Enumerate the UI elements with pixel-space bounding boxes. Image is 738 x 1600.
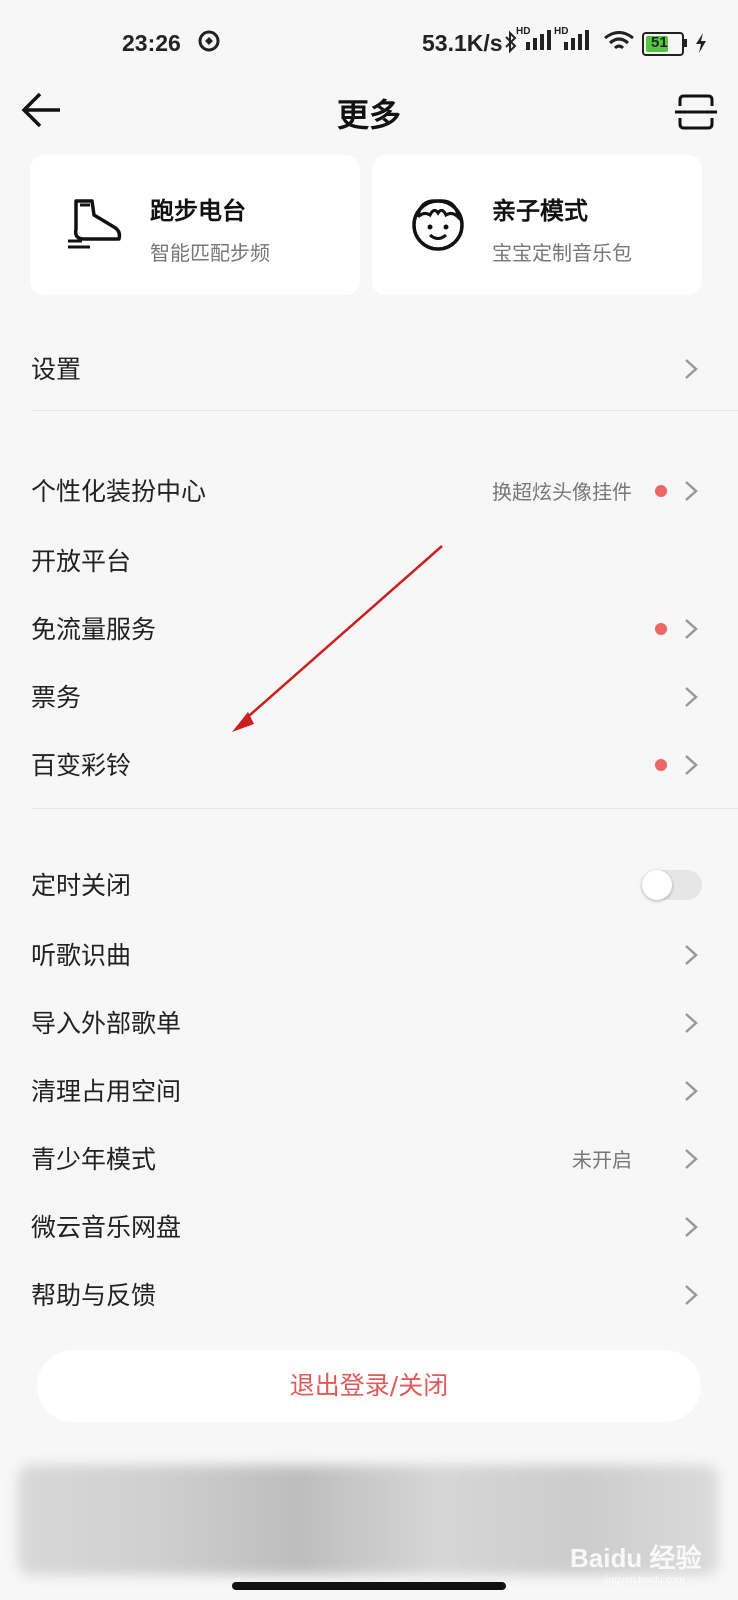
home-indicator — [232, 1582, 506, 1590]
watermark-text: Baidu 经验 — [570, 1543, 702, 1573]
chevron-right-icon — [685, 1081, 698, 1101]
ringtone-row[interactable]: 百变彩铃 — [0, 734, 738, 794]
logout-button[interactable]: 退出登录/关闭 — [37, 1350, 701, 1422]
import-playlist-row[interactable]: 导入外部歌单 — [0, 992, 738, 1052]
red-dot-badge — [655, 623, 667, 635]
song-recognition-row[interactable]: 听歌识曲 — [0, 924, 738, 984]
red-dot-badge — [655, 759, 667, 771]
chevron-right-icon — [685, 619, 698, 639]
sleep-timer-row[interactable]: 定时关闭 — [0, 854, 738, 914]
red-dot-badge — [655, 485, 667, 497]
divider — [31, 808, 738, 809]
sleep-timer-toggle[interactable] — [642, 870, 702, 900]
toggle-knob — [642, 870, 672, 900]
row-label: 免流量服务 — [31, 615, 157, 644]
row-label: 导入外部歌单 — [31, 1009, 182, 1038]
running-shoe-icon — [68, 199, 122, 249]
network-speed: 53.1K/s — [422, 30, 503, 56]
row-label: 帮助与反馈 — [31, 1281, 157, 1310]
card-subtitle: 宝宝定制音乐包 — [492, 241, 632, 265]
chevron-right-icon — [685, 1285, 698, 1305]
help-feedback-row[interactable]: 帮助与反馈 — [0, 1264, 738, 1324]
row-label: 个性化装扮中心 — [31, 477, 207, 506]
signal-1-label: HD — [516, 26, 531, 37]
row-label: 设置 — [31, 355, 82, 384]
settings-row[interactable]: 设置 — [0, 338, 738, 398]
chevron-right-icon — [685, 687, 698, 707]
row-label: 开放平台 — [31, 547, 132, 576]
row-label: 微云音乐网盘 — [31, 1213, 182, 1242]
scan-icon — [675, 94, 717, 130]
cloud-disk-row[interactable]: 微云音乐网盘 — [0, 1196, 738, 1256]
battery-icon: 51 — [642, 32, 687, 56]
teen-mode-row[interactable]: 青少年模式 未开启 — [0, 1128, 738, 1188]
chevron-right-icon — [685, 1013, 698, 1033]
watermark-subtext: jingyan.baidu.com — [604, 1575, 685, 1586]
status-time: 23:26 — [122, 30, 181, 56]
row-label: 清理占用空间 — [31, 1077, 182, 1106]
open-platform-row[interactable]: 开放平台 — [0, 530, 738, 590]
card-subtitle: 智能匹配步频 — [150, 241, 270, 265]
chevron-right-icon — [685, 755, 698, 775]
free-data-service-row[interactable]: 免流量服务 — [0, 598, 738, 658]
running-radio-card[interactable]: 跑步电台 智能匹配步频 — [30, 155, 360, 295]
row-hint: 换超炫头像挂件 — [492, 480, 632, 504]
row-label: 定时关闭 — [31, 871, 132, 900]
chevron-right-icon — [685, 1217, 698, 1237]
row-label: 青少年模式 — [31, 1145, 157, 1174]
status-bar: 23:26 53.1K/s HD HD 51 — [0, 0, 738, 84]
clear-storage-row[interactable]: 清理占用空间 — [0, 1060, 738, 1120]
chevron-right-icon — [685, 359, 698, 379]
watermark: Baidu 经验 jingyan.baidu.com — [570, 1538, 701, 1586]
row-label: 百变彩铃 — [31, 751, 132, 780]
card-title: 跑步电台 — [150, 197, 246, 225]
app-notification-icon — [198, 30, 220, 52]
page-title: 更多 — [336, 96, 401, 134]
cell-signal-1-icon: HD — [516, 26, 552, 58]
nav-bar: 更多 — [0, 84, 738, 150]
personalization-center-row[interactable]: 个性化装扮中心 换超炫头像挂件 — [0, 460, 738, 520]
row-label: 听歌识曲 — [31, 941, 132, 970]
baby-face-icon — [412, 199, 464, 251]
scan-button[interactable] — [674, 90, 718, 134]
battery-level: 51 — [651, 34, 668, 51]
wifi-icon — [604, 31, 634, 50]
chevron-right-icon — [685, 945, 698, 965]
charging-icon — [696, 33, 706, 53]
card-title: 亲子模式 — [492, 197, 588, 225]
row-hint: 未开启 — [572, 1148, 632, 1172]
tickets-row[interactable]: 票务 — [0, 666, 738, 726]
chevron-right-icon — [685, 481, 698, 501]
row-label: 票务 — [31, 683, 82, 712]
cell-signal-2-icon: HD — [554, 26, 590, 58]
parent-child-mode-card[interactable]: 亲子模式 宝宝定制音乐包 — [372, 155, 702, 295]
divider — [31, 410, 738, 411]
chevron-right-icon — [685, 1149, 698, 1169]
signal-2-label: HD — [554, 26, 569, 37]
